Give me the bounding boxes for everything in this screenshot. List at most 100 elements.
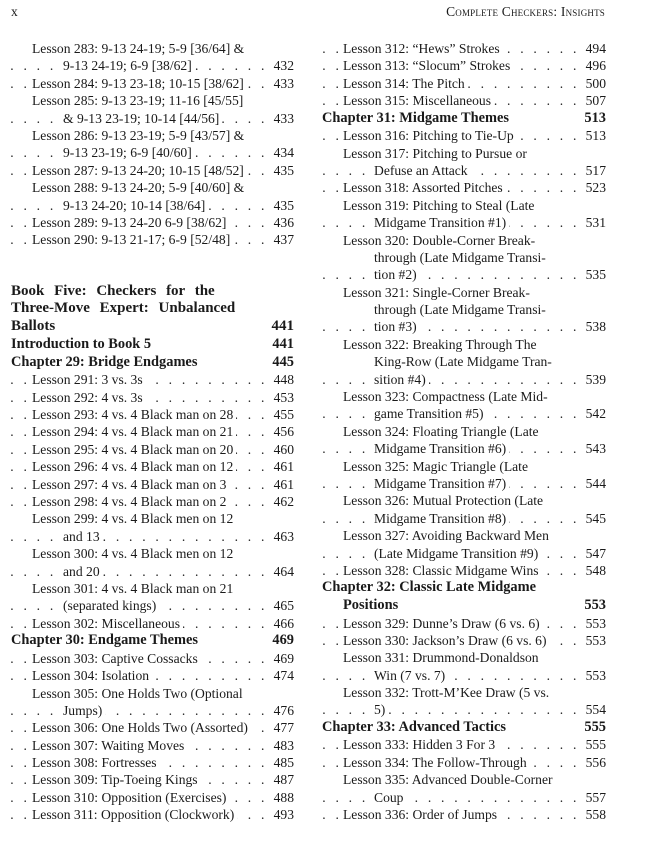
- page-number: x: [11, 4, 18, 19]
- toc-lesson-entry[interactable]: Lesson 332: Trott-M’Kee Draw (5 vs. 5). .…: [322, 684, 606, 719]
- toc-book-heading[interactable]: Book Five: Checkers for the Three-Move Ex…: [11, 282, 294, 337]
- toc-lesson-entry[interactable]: Lesson 293: 4 vs. 4 Black man on 28. . .…: [11, 406, 294, 424]
- toc-lesson-entry[interactable]: Lesson 298: 4 vs. 4 Black man on 2. . . …: [11, 493, 294, 511]
- toc-entry-line: Lesson 290: 9-13 21-17; 6-9 [52/48]. . .…: [11, 231, 294, 249]
- toc-lesson-entry[interactable]: Lesson 323: Compactness (Late Mid-game T…: [322, 388, 606, 423]
- toc-page-number: 469: [268, 632, 294, 650]
- toc-lesson-entry[interactable]: Lesson 325: Magic Triangle (Late Midgame …: [322, 458, 606, 493]
- toc-entry-line: Lesson 305: One Holds Two (Optional: [11, 685, 294, 702]
- toc-lesson-entry[interactable]: Lesson 333: Hidden 3 For 3. . . . . . . …: [322, 736, 606, 754]
- toc-lesson-entry[interactable]: Lesson 316: Pitching to Tie-Up. . . . . …: [322, 127, 606, 145]
- toc-entry-text: Book Five: Checkers for the: [11, 282, 218, 299]
- toc-lesson-entry[interactable]: Lesson 330: Jackson’s Draw (6 vs. 6). . …: [322, 631, 606, 650]
- toc-entry-line: Lesson 332: Trott-M’Kee Draw (5 vs.: [322, 684, 606, 701]
- toc-lesson-entry[interactable]: Lesson 336: Order of Jumps. . . . . . . …: [322, 806, 606, 824]
- toc-entry-line: Coup. . . . . . . . . . . . . . . . . . …: [322, 788, 606, 806]
- toc-lesson-entry[interactable]: Lesson 312: “Hews” Strokes. . . . . . . …: [322, 40, 606, 58]
- toc-chapter-heading[interactable]: Chapter 29: Bridge Endgames 445: [11, 353, 294, 372]
- toc-entry-text: King-Row (Late Midgame Tran-: [374, 354, 555, 370]
- toc-entry-line: Lesson 320: Double-Corner Break-: [322, 232, 606, 249]
- toc-lesson-entry[interactable]: Lesson 334: The Follow-Through. . . . . …: [322, 753, 606, 772]
- toc-lesson-entry[interactable]: Lesson 315: Miscellaneous. . . . . . . .…: [322, 92, 606, 110]
- toc-lesson-entry[interactable]: Lesson 303: Captive Cossacks. . . . . . …: [11, 649, 294, 668]
- toc-entry-text: Lesson 328: Classic Midgame Wins: [343, 562, 542, 578]
- toc-entry-line: Lesson 291: 3 vs. 3s. . . . . . . . . . …: [11, 371, 294, 389]
- toc-lesson-entry[interactable]: Lesson 307: Waiting Moves. . . . . . . .…: [11, 736, 294, 755]
- toc-lesson-entry[interactable]: Lesson 296: 4 vs. 4 Black man on 12. . .…: [11, 458, 294, 476]
- toc-entry-line: Chapter 30: Endgame Themes 469: [11, 632, 294, 650]
- toc-entry-text: 9-13 24-20; 10-14 [38/64]: [63, 197, 209, 213]
- toc-lesson-entry[interactable]: Lesson 320: Double-Corner Break-through …: [322, 232, 606, 284]
- toc-lesson-entry[interactable]: Lesson 291: 3 vs. 3s. . . . . . . . . . …: [11, 371, 294, 389]
- toc-page-number: 507: [581, 92, 606, 110]
- toc-lesson-entry[interactable]: Lesson 297: 4 vs. 4 Black man on 3. . . …: [11, 475, 294, 493]
- toc-chapter-heading[interactable]: Chapter 31: Midgame Themes 513: [322, 109, 606, 128]
- toc-right-column: Lesson 312: “Hews” Strokes . . . . . . . …: [322, 40, 606, 824]
- toc-entry-text: Lesson 318: Assorted Pitches: [343, 180, 506, 196]
- toc-entry-text: Lesson 286: 9-13 23-19; 5-9 [43/57] &: [32, 127, 248, 143]
- toc-lesson-entry[interactable]: Lesson 289: 9-13 24-20 6-9 [38/62]. . . …: [11, 213, 294, 232]
- toc-lesson-entry[interactable]: Lesson 335: Advanced Double-Corner Coup. …: [322, 771, 606, 806]
- toc-lesson-entry[interactable]: Lesson 326: Mutual Protection (Late Midga…: [322, 492, 606, 528]
- toc-entry-text: Lesson 283: 9-13 24-19; 5-9 [36/64] &: [32, 41, 248, 56]
- toc-lesson-entry[interactable]: Lesson 313: “Slocum” Strokes. . . . . . …: [322, 57, 606, 75]
- toc-lesson-entry[interactable]: Lesson 299: 4 vs. 4 Black men on 12 and 1…: [11, 510, 294, 546]
- toc-lesson-entry[interactable]: Lesson 294: 4 vs. 4 Black man on 21. . .…: [11, 423, 294, 441]
- toc-lesson-entry[interactable]: Lesson 306: One Holds Two (Assorted). . …: [11, 719, 294, 737]
- toc-lesson-entry[interactable]: Lesson 324: Floating Triangle (Late Midga…: [322, 423, 606, 458]
- toc-lesson-entry[interactable]: Lesson 311: Opposition (Clockwork). . . …: [11, 806, 294, 824]
- toc-lesson-entry[interactable]: Lesson 308: Fortresses. . . . . . . . . …: [11, 754, 294, 772]
- toc-page-number: 554: [581, 701, 606, 719]
- toc-entry-text: Chapter 31: Midgame Themes: [322, 109, 512, 126]
- toc-lesson-entry[interactable]: Lesson 302: Miscellaneous. . . . . . . .…: [11, 614, 294, 633]
- toc-lesson-entry[interactable]: Lesson 310: Opposition (Exercises). . . …: [11, 788, 294, 807]
- toc-entry-text: Lesson 308: Fortresses: [32, 755, 160, 771]
- toc-lesson-entry[interactable]: Lesson 287: 9-13 24-20; 10-15 [48/52]. .…: [11, 161, 294, 180]
- toc-lesson-entry[interactable]: Lesson 283: 9-13 24-19; 5-9 [36/64] & 9-1…: [11, 40, 294, 75]
- toc-page-number: 469: [269, 649, 294, 668]
- toc-lesson-entry[interactable]: Lesson 290: 9-13 21-17; 6-9 [52/48]. . .…: [11, 231, 294, 249]
- toc-lesson-entry[interactable]: Lesson 317: Pitching to Pursue or Defuse …: [322, 145, 606, 180]
- toc-lesson-entry[interactable]: Lesson 309: Tip-Toeing Kings. . . . . . …: [11, 771, 294, 789]
- toc-entry-line: Midgame Transition #6). . . . . . . . . …: [322, 440, 606, 458]
- toc-lesson-entry[interactable]: Lesson 300: 4 vs. 4 Black men on 12 and 2…: [11, 545, 294, 580]
- toc-lesson-entry[interactable]: Lesson 314: The Pitch. . . . . . . . . .…: [322, 74, 606, 93]
- toc-entry-text: Lesson 311: Opposition (Clockwork): [32, 807, 238, 823]
- toc-lesson-entry[interactable]: Lesson 305: One Holds Two (Optional Jumps…: [11, 685, 294, 720]
- toc-lesson-entry[interactable]: Lesson 327: Avoiding Backward Men (Late M…: [322, 527, 606, 562]
- toc-page-number: 500: [581, 74, 606, 93]
- toc-lesson-entry[interactable]: Lesson 284: 9-13 23-18; 10-15 [38/62]. .…: [11, 74, 294, 93]
- toc-page-number: 488: [269, 788, 294, 807]
- toc-entry-text: Lesson 312: “Hews” Strokes: [343, 41, 503, 56]
- toc-lesson-entry[interactable]: Lesson 295: 4 vs. 4 Black man on 20. . .…: [11, 440, 294, 459]
- toc-page-number: 544: [581, 474, 606, 493]
- toc-page-number: 434: [269, 144, 294, 162]
- leader-dots: . . . . . . . . . . . . . . . . . . . . …: [322, 371, 603, 387]
- toc-page-number: 433: [269, 74, 294, 93]
- toc-lesson-entry[interactable]: Lesson 292: 4 vs. 3s. . . . . . . . . . …: [11, 388, 294, 407]
- toc-lesson-entry[interactable]: Lesson 321: Single-Corner Break-through …: [322, 284, 606, 336]
- toc-lesson-entry[interactable]: Lesson 318: Assorted Pitches. . . . . . …: [322, 179, 606, 197]
- toc-lesson-entry[interactable]: Lesson 322: Breaking Through The King-Row…: [322, 336, 606, 389]
- toc-entry-text: 9-13 23-19; 6-9 [40/60]: [63, 145, 195, 161]
- toc-entry-line: Midgame Transition #8). . . . . . . . . …: [322, 509, 606, 528]
- toc-page-number: 474: [269, 667, 294, 685]
- toc-lesson-entry[interactable]: Lesson 301: 4 vs. 4 Black man on 21 (sepa…: [11, 580, 294, 615]
- toc-lesson-entry[interactable]: Lesson 304: Isolation. . . . . . . . . .…: [11, 667, 294, 685]
- toc-page-number: 535: [581, 266, 606, 284]
- toc-entry-text: and 20: [63, 563, 103, 579]
- toc-chapter-heading[interactable]: Chapter 33: Advanced Tactics 555: [322, 718, 606, 737]
- toc-entry-text: Lesson 325: Magic Triangle (Late: [343, 458, 531, 474]
- toc-lesson-entry[interactable]: Lesson 319: Pitching to Steal (Late Midga…: [322, 197, 606, 232]
- toc-entry-text: Lesson 324: Floating Triangle (Late: [343, 423, 542, 439]
- toc-lesson-entry[interactable]: Lesson 328: Classic Midgame Wins. . . . …: [322, 561, 606, 580]
- toc-chapter-heading[interactable]: Introduction to Book 5 441: [11, 336, 294, 354]
- toc-lesson-entry[interactable]: Lesson 329: Dunne’s Draw (6 vs. 6). . . …: [322, 614, 606, 632]
- toc-chapter-heading[interactable]: Chapter 32: Classic Late Midgame Position…: [322, 579, 606, 615]
- toc-lesson-entry[interactable]: Lesson 288: 9-13 24-20; 5-9 [40/60] & 9-1…: [11, 179, 294, 214]
- toc-page-number: 531: [581, 214, 606, 232]
- toc-chapter-heading[interactable]: Chapter 30: Endgame Themes 469: [11, 632, 294, 650]
- toc-lesson-entry[interactable]: Lesson 285: 9-13 23-19; 11-16 [45/55] & 9…: [11, 92, 294, 127]
- toc-lesson-entry[interactable]: Lesson 331: Drummond-Donaldson Win (7 vs.…: [322, 649, 606, 685]
- toc-lesson-entry[interactable]: Lesson 286: 9-13 23-19; 5-9 [43/57] & 9-1…: [11, 127, 294, 162]
